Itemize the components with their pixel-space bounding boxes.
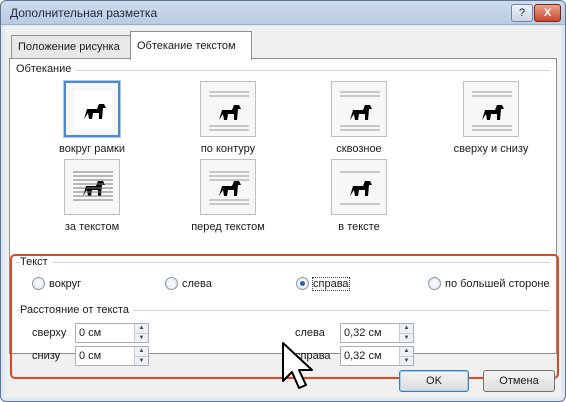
wrap-square-label: вокруг рамки bbox=[59, 143, 125, 155]
mouse-pointer-icon bbox=[282, 342, 313, 389]
dog-top-bottom-icon bbox=[472, 91, 512, 131]
wrap-through-option[interactable] bbox=[331, 81, 387, 137]
tab-text-wrapping[interactable]: Обтекание текстом bbox=[130, 31, 252, 60]
wrap-front-option[interactable] bbox=[200, 159, 256, 215]
wrap-tight-label: по контуру bbox=[200, 143, 256, 155]
title-bar: Дополнительная разметка ? X bbox=[1, 1, 565, 25]
layout-dialog: Дополнительная разметка ? X Положение ри… bbox=[0, 0, 566, 402]
dog-square-icon bbox=[74, 91, 112, 129]
dog-through-icon bbox=[340, 91, 380, 131]
dog-front-icon bbox=[209, 171, 249, 205]
close-button[interactable]: X bbox=[534, 4, 561, 22]
wrap-top-bottom-option[interactable] bbox=[463, 81, 519, 137]
dog-inline-icon bbox=[340, 171, 380, 205]
wrap-front-label: перед текстом bbox=[191, 221, 265, 233]
dialog-title: Дополнительная разметка bbox=[10, 6, 158, 20]
wrap-inline-option[interactable] bbox=[331, 159, 387, 215]
dog-behind-icon bbox=[73, 171, 113, 201]
wrap-top-bottom-label: сверху и снизу bbox=[453, 143, 529, 155]
tab-picture-position[interactable]: Положение рисунка bbox=[11, 35, 131, 59]
ok-button[interactable]: OK bbox=[399, 370, 469, 392]
dog-tight-icon bbox=[209, 91, 249, 131]
wrap-inline-label: в тексте bbox=[338, 221, 380, 233]
wrapping-group-label: Обтекание bbox=[16, 63, 76, 75]
cancel-button[interactable]: Отмена bbox=[483, 370, 555, 392]
help-button[interactable]: ? bbox=[511, 4, 533, 22]
wrap-behind-option[interactable] bbox=[64, 159, 120, 215]
wrap-tight-option[interactable] bbox=[200, 81, 256, 137]
wrapping-divider bbox=[16, 70, 550, 71]
wrap-square-option[interactable] bbox=[64, 81, 120, 137]
wrap-behind-label: за текстом bbox=[64, 221, 120, 233]
wrap-through-label: сквозное bbox=[336, 143, 382, 155]
